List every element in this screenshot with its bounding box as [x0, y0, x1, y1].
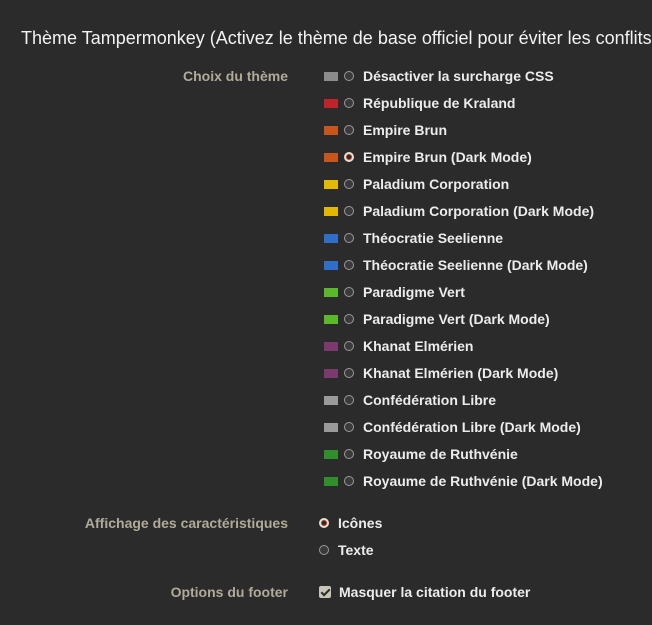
display-option[interactable]: Texte	[319, 540, 374, 560]
theme-radio[interactable]	[344, 341, 354, 351]
display-option-label: Icônes	[338, 515, 383, 531]
theme-option-label: Empire Brun	[363, 122, 448, 138]
theme-radio[interactable]	[344, 206, 354, 216]
theme-option-label: Paradigme Vert	[363, 284, 465, 300]
theme-option-label: Théocratie Seelienne (Dark Mode)	[363, 257, 588, 273]
theme-option[interactable]: Royaume de Ruthvénie (Dark Mode)	[324, 471, 603, 491]
theme-option[interactable]: Royaume de Ruthvénie	[324, 444, 518, 464]
theme-option-label: Royaume de Ruthvénie (Dark Mode)	[363, 473, 603, 489]
paradigme-vert-flag-icon	[324, 314, 338, 324]
theme-option-label: Confédération Libre (Dark Mode)	[363, 419, 581, 435]
section-title: Thème Tampermonkey (Activez le thème de …	[21, 28, 652, 48]
theme-option-label: Royaume de Ruthvénie	[363, 446, 518, 462]
paladium-flag-icon	[324, 179, 338, 189]
theme-radio[interactable]	[344, 422, 354, 432]
theme-radio[interactable]	[344, 449, 354, 459]
theme-option-label: Confédération Libre	[363, 392, 497, 408]
khanat-flag-icon	[324, 368, 338, 378]
theme-option[interactable]: République de Kraland	[324, 93, 515, 113]
footer-quote-label: Masquer la citation du footer	[339, 584, 531, 600]
ruthvenie-flag-icon	[324, 449, 338, 459]
empire-brun-flag-icon	[324, 152, 338, 162]
khanat-flag-icon	[324, 341, 338, 351]
theme-radio[interactable]	[344, 98, 354, 108]
kraland-flag-icon	[324, 98, 338, 108]
theme-option[interactable]: Empire Brun	[324, 120, 447, 140]
paradigme-vert-flag-icon	[324, 287, 338, 297]
theme-option[interactable]: Confédération Libre (Dark Mode)	[324, 417, 581, 437]
theme-option[interactable]: Théocratie Seelienne (Dark Mode)	[324, 255, 588, 275]
theme-option[interactable]: Empire Brun (Dark Mode)	[324, 147, 532, 167]
theme-option[interactable]: Paladium Corporation	[324, 174, 509, 194]
theme-option-label: Khanat Elmérien (Dark Mode)	[363, 365, 559, 381]
seelienne-flag-icon	[324, 260, 338, 270]
theme-option[interactable]: Désactiver la surcharge CSS	[324, 66, 554, 86]
theme-option[interactable]: Confédération Libre	[324, 390, 496, 410]
theme-radio[interactable]	[344, 368, 354, 378]
theme-option[interactable]: Paladium Corporation (Dark Mode)	[324, 201, 594, 221]
theme-choice-label: Choix du thème	[182, 68, 288, 84]
empire-brun-flag-icon	[324, 125, 338, 135]
theme-option-label: République de Kraland	[363, 95, 516, 111]
footer-options-label: Options du footer	[170, 584, 288, 600]
theme-option-label: Khanat Elmérien	[363, 338, 474, 354]
theme-option-label: Paladium Corporation	[363, 176, 510, 192]
theme-option[interactable]: Paradigme Vert	[324, 282, 465, 302]
theme-radio[interactable]	[344, 287, 354, 297]
footer-quote-option[interactable]: Masquer la citation du footer	[319, 582, 530, 602]
display-option-label: Texte	[338, 542, 374, 558]
theme-option-label: Paladium Corporation (Dark Mode)	[363, 203, 595, 219]
seelienne-flag-icon	[324, 233, 338, 243]
theme-option-label: Théocratie Seelienne	[363, 230, 504, 246]
display-radio[interactable]	[319, 545, 329, 555]
display-radio[interactable]	[319, 518, 329, 528]
theme-radio[interactable]	[344, 395, 354, 405]
theme-option[interactable]: Khanat Elmérien	[324, 336, 473, 356]
paladium-flag-icon	[324, 206, 338, 216]
theme-option-label: Paradigme Vert (Dark Mode)	[363, 311, 550, 327]
theme-radio[interactable]	[344, 314, 354, 324]
theme-radio[interactable]	[344, 179, 354, 189]
display-option[interactable]: Icônes	[319, 513, 382, 533]
theme-radio[interactable]	[344, 233, 354, 243]
theme-radio[interactable]	[344, 125, 354, 135]
theme-option[interactable]: Théocratie Seelienne	[324, 228, 503, 248]
css-flag-icon	[324, 71, 338, 81]
ruthvenie-flag-icon	[324, 476, 338, 486]
theme-radio[interactable]	[344, 152, 354, 162]
confederation-flag-icon	[324, 422, 338, 432]
display-choice-label: Affichage des caractéristiques	[84, 515, 288, 531]
theme-radio[interactable]	[344, 71, 354, 81]
theme-option[interactable]: Khanat Elmérien (Dark Mode)	[324, 363, 558, 383]
confederation-flag-icon	[324, 395, 338, 405]
theme-option[interactable]: Paradigme Vert (Dark Mode)	[324, 309, 550, 329]
theme-option-label: Empire Brun (Dark Mode)	[363, 149, 532, 165]
theme-radio[interactable]	[344, 476, 354, 486]
theme-option-label: Désactiver la surcharge CSS	[363, 68, 554, 84]
theme-radio[interactable]	[344, 260, 354, 270]
footer-quote-checkbox[interactable]	[319, 586, 331, 598]
